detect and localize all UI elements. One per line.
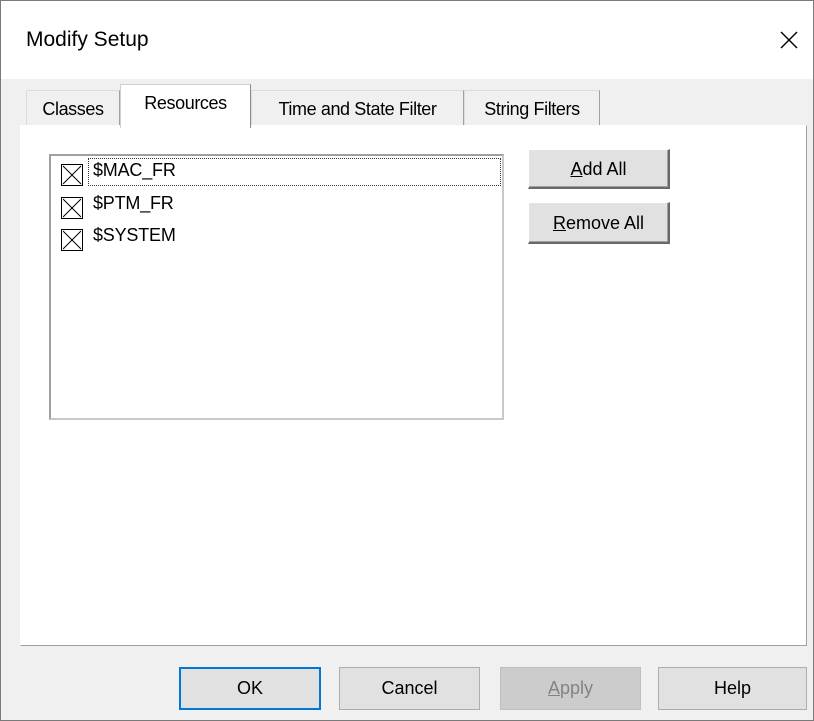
ok-button[interactable]: OK xyxy=(179,667,321,710)
tab-resources[interactable]: Resources xyxy=(120,84,251,128)
add-all-mnemonic: A xyxy=(570,159,583,179)
list-item-system[interactable]: $SYSTEM xyxy=(56,223,500,254)
list-item-mac-fr[interactable]: $MAC_FR xyxy=(56,158,501,189)
list-item-label: $SYSTEM xyxy=(93,225,176,245)
resources-listbox[interactable]: $MAC_FR $PTM_FR $SYSTEM xyxy=(49,154,504,420)
remove-all-mnemonic: R xyxy=(552,213,566,233)
apply-mnemonic: A xyxy=(547,678,560,698)
checked-checkbox-icon[interactable] xyxy=(61,164,83,186)
dialog-title: Modify Setup xyxy=(26,28,149,51)
checked-checkbox-icon[interactable] xyxy=(61,197,83,219)
list-item-label: $PTM_FR xyxy=(93,193,174,213)
modify-setup-dialog: Modify Setup Classes Resources Time and … xyxy=(0,0,814,721)
remove-all-button[interactable]: Remove All xyxy=(528,202,670,244)
title-bar: Modify Setup xyxy=(1,1,813,79)
cancel-button[interactable]: Cancel xyxy=(339,667,480,710)
tab-classes[interactable]: Classes xyxy=(26,90,120,126)
apply-button[interactable]: Apply xyxy=(500,667,641,710)
add-all-button[interactable]: Add All xyxy=(528,149,670,189)
close-icon xyxy=(780,31,798,49)
apply-label: pply xyxy=(559,678,594,698)
remove-all-label: emove All xyxy=(565,213,645,233)
tab-time-and-state-filter[interactable]: Time and State Filter xyxy=(251,90,464,126)
help-button[interactable]: Help xyxy=(658,667,807,710)
list-item-label: $MAC_FR xyxy=(93,160,176,180)
tab-string-filters[interactable]: String Filters xyxy=(464,90,600,126)
checked-checkbox-icon[interactable] xyxy=(61,229,83,251)
close-button[interactable] xyxy=(765,1,813,79)
list-item-ptm-fr[interactable]: $PTM_FR xyxy=(56,191,500,222)
add-all-label: dd All xyxy=(582,159,627,179)
